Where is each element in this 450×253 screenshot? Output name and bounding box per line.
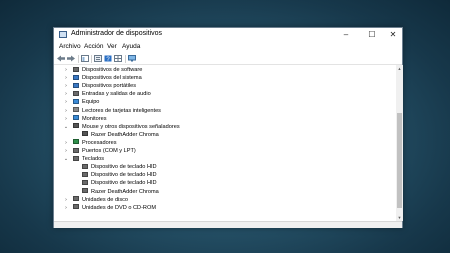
- tree-expander-icon[interactable]: ›: [63, 139, 69, 147]
- properties-icon[interactable]: [94, 55, 102, 62]
- keyboard-icon: [82, 188, 88, 193]
- tree-item-label: Dispositivo de teclado HID: [91, 172, 157, 179]
- tree-item-label: Procesadores: [82, 139, 117, 146]
- tree-expander-icon[interactable]: ›: [63, 98, 69, 106]
- tree-item[interactable]: › Lectores de tarjetas inteligentes: [65, 107, 161, 115]
- keyboard-icon: [82, 171, 88, 177]
- software-device-icon: [73, 66, 79, 72]
- tree-expander-icon[interactable]: ›: [63, 90, 69, 98]
- tree-expander-icon[interactable]: ›: [63, 196, 69, 204]
- tree-item[interactable]: › Unidades de DVD o CD-ROM: [65, 204, 156, 212]
- tree-expander-icon[interactable]: ›: [63, 204, 69, 212]
- forward-arrow-icon[interactable]: [67, 55, 75, 62]
- mouse-icon: [73, 123, 79, 129]
- audio-icon: [73, 90, 79, 96]
- close-button[interactable]: ✕: [384, 28, 402, 42]
- toolbar-separator: [78, 55, 79, 63]
- menu-archivo[interactable]: Archivo: [59, 43, 81, 50]
- scan-hardware-icon[interactable]: [128, 55, 136, 62]
- device-manager-window: Administrador de dispositivos – ☐ ✕ Arch…: [53, 27, 403, 228]
- tree-expander-icon[interactable]: ›: [63, 115, 69, 123]
- keyboard-icon: [73, 155, 79, 161]
- tree-expander-icon[interactable]: ⌄: [63, 123, 69, 131]
- mouse-icon: [82, 131, 88, 137]
- menu-ayuda[interactable]: Ayuda: [122, 43, 140, 50]
- tree-item[interactable]: ⌄ Mouse y otros dispositivos señaladores: [64, 123, 180, 131]
- tree-item[interactable]: › Puertos (COM y LPT): [65, 147, 136, 155]
- view-toggle-icon[interactable]: [114, 55, 122, 62]
- tree-expander-icon[interactable]: ›: [63, 147, 69, 155]
- tree-expander-icon[interactable]: ›: [63, 74, 69, 82]
- title-bar[interactable]: Administrador de dispositivos – ☐ ✕: [54, 28, 402, 42]
- tree-item-label: Razer DeathAdder Chroma: [91, 188, 159, 195]
- tree-item-label: Unidades de DVD o CD-ROM: [82, 204, 156, 211]
- tree-item[interactable]: › Monitores: [65, 115, 107, 123]
- tree-item-label: Razer DeathAdder Chroma: [91, 131, 159, 138]
- tree-expander-icon[interactable]: ⌄: [63, 155, 69, 163]
- tree-item-label: Dispositivos del sistema: [82, 75, 142, 82]
- tree-item[interactable]: ⌄ Teclados: [64, 155, 105, 163]
- menu-accion[interactable]: Acción: [84, 43, 104, 50]
- tree-item[interactable]: Razer DeathAdder Chroma: [82, 188, 159, 196]
- portable-device-icon: [73, 82, 79, 88]
- menu-bar: Archivo Acción Ver Ayuda: [54, 42, 402, 53]
- smartcard-reader-icon: [73, 107, 79, 112]
- help-icon[interactable]: ?: [104, 55, 112, 62]
- tree-item-label: Lectores de tarjetas inteligentes: [82, 107, 161, 114]
- maximize-button[interactable]: ☐: [363, 28, 381, 42]
- tree-item-label: Monitores: [82, 115, 107, 122]
- tree-item-label: Dispositivo de teclado HID: [91, 164, 157, 171]
- tree-item-label: Unidades de disco: [82, 196, 129, 203]
- tree-item[interactable]: Dispositivo de teclado HID: [82, 171, 157, 179]
- tree-expander-icon[interactable]: ›: [63, 82, 69, 90]
- tree-item-label: Equipo: [82, 99, 100, 106]
- tree-item[interactable]: › Procesadores: [65, 139, 117, 147]
- menu-ver[interactable]: Ver: [107, 43, 117, 50]
- tree-item[interactable]: › Equipo: [65, 98, 100, 106]
- tree-item-label: Mouse y otros dispositivos señaladores: [82, 123, 180, 130]
- vertical-scrollbar[interactable]: ▲ ▼: [396, 65, 403, 221]
- tree-item-label: Dispositivo de teclado HID: [91, 180, 157, 187]
- tree-item[interactable]: › Unidades de disco: [65, 196, 129, 204]
- keyboard-icon: [82, 179, 88, 185]
- monitor-icon: [73, 115, 79, 121]
- scroll-up-icon[interactable]: ▲: [396, 65, 403, 72]
- tree-expander-icon[interactable]: ›: [63, 107, 69, 115]
- window-title: Administrador de dispositivos: [71, 30, 163, 37]
- device-manager-icon: [59, 31, 67, 38]
- tree-item[interactable]: › Dispositivos portátiles: [65, 82, 137, 90]
- tree-item[interactable]: › Dispositivos de software: [65, 66, 143, 74]
- tree-item[interactable]: › Dispositivos del sistema: [65, 74, 142, 82]
- minimize-button[interactable]: –: [337, 28, 355, 42]
- device-tree[interactable]: › Dispositivos de software › Dispositivos d…: [54, 65, 396, 221]
- scroll-down-icon[interactable]: ▼: [396, 214, 403, 221]
- back-arrow-icon[interactable]: [57, 55, 65, 62]
- scroll-thumb[interactable]: [397, 113, 402, 208]
- toolbar-separator: [91, 55, 92, 63]
- port-icon: [73, 147, 79, 153]
- tree-expander-icon[interactable]: ›: [63, 66, 69, 74]
- computer-icon: [73, 98, 79, 104]
- tree-item-label: Entradas y salidas de audio: [82, 91, 151, 98]
- tree-item[interactable]: Razer DeathAdder Chroma: [82, 131, 159, 139]
- tree-item[interactable]: Dispositivo de teclado HID: [82, 163, 157, 171]
- disk-drive-icon: [73, 196, 79, 202]
- dvd-drive-icon: [73, 204, 79, 210]
- tree-item-label: Teclados: [82, 156, 105, 163]
- toolbar-separator: [125, 55, 126, 63]
- tree-item-label: Dispositivos portátiles: [82, 83, 137, 90]
- tree-item-label: Dispositivos de software: [82, 67, 143, 73]
- status-bar: [54, 221, 402, 228]
- show-hide-tree-icon[interactable]: [81, 55, 89, 62]
- tree-item-label: Puertos (COM y LPT): [82, 148, 136, 154]
- system-device-icon: [73, 74, 79, 80]
- tree-item[interactable]: › Entradas y salidas de audio: [65, 90, 151, 98]
- toolbar: ?: [54, 53, 402, 65]
- processor-icon: [73, 139, 79, 145]
- tree-item[interactable]: Dispositivo de teclado HID: [82, 179, 157, 187]
- keyboard-icon: [82, 163, 88, 169]
